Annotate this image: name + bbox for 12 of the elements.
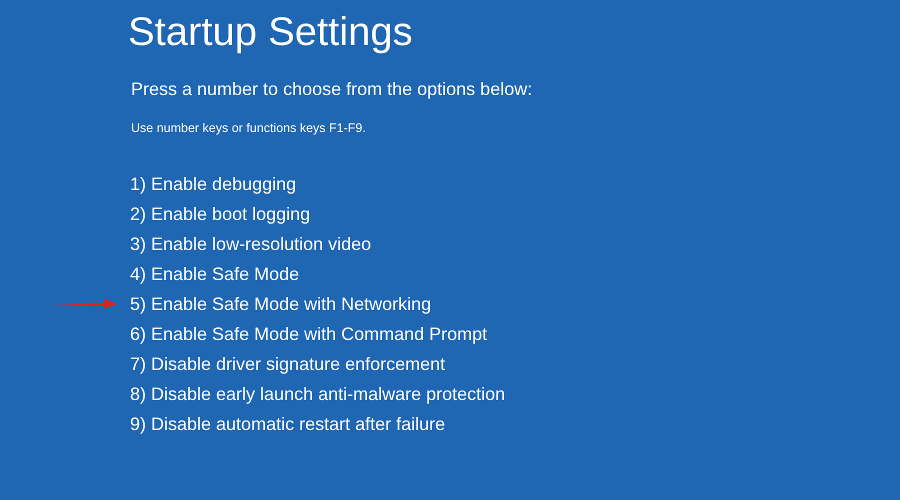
hint-text: Use number keys or functions keys F1-F9.	[130, 121, 367, 135]
boot-option[interactable]: 3) Enable low-resolution video	[130, 234, 372, 254]
boot-option[interactable]: 8) Disable early launch anti-malware protection	[130, 384, 506, 404]
boot-option[interactable]: 6) Enable Safe Mode with Command Prompt	[130, 324, 488, 344]
boot-option[interactable]: 9) Disable automatic restart after failure	[130, 414, 446, 434]
boot-option[interactable]: 7) Disable driver signature enforcement	[130, 354, 446, 374]
boot-option[interactable]: 4) Enable Safe Mode	[130, 264, 300, 284]
screen-title: Startup Settings	[128, 9, 414, 55]
boot-option[interactable]: 2) Enable boot logging	[130, 204, 310, 224]
boot-option[interactable]: 1) Enable debugging	[130, 174, 296, 194]
boot-option[interactable]: 5) Enable Safe Mode with Networking	[130, 294, 432, 314]
instruction-text: Press a number to choose from the options below:	[130, 79, 534, 100]
